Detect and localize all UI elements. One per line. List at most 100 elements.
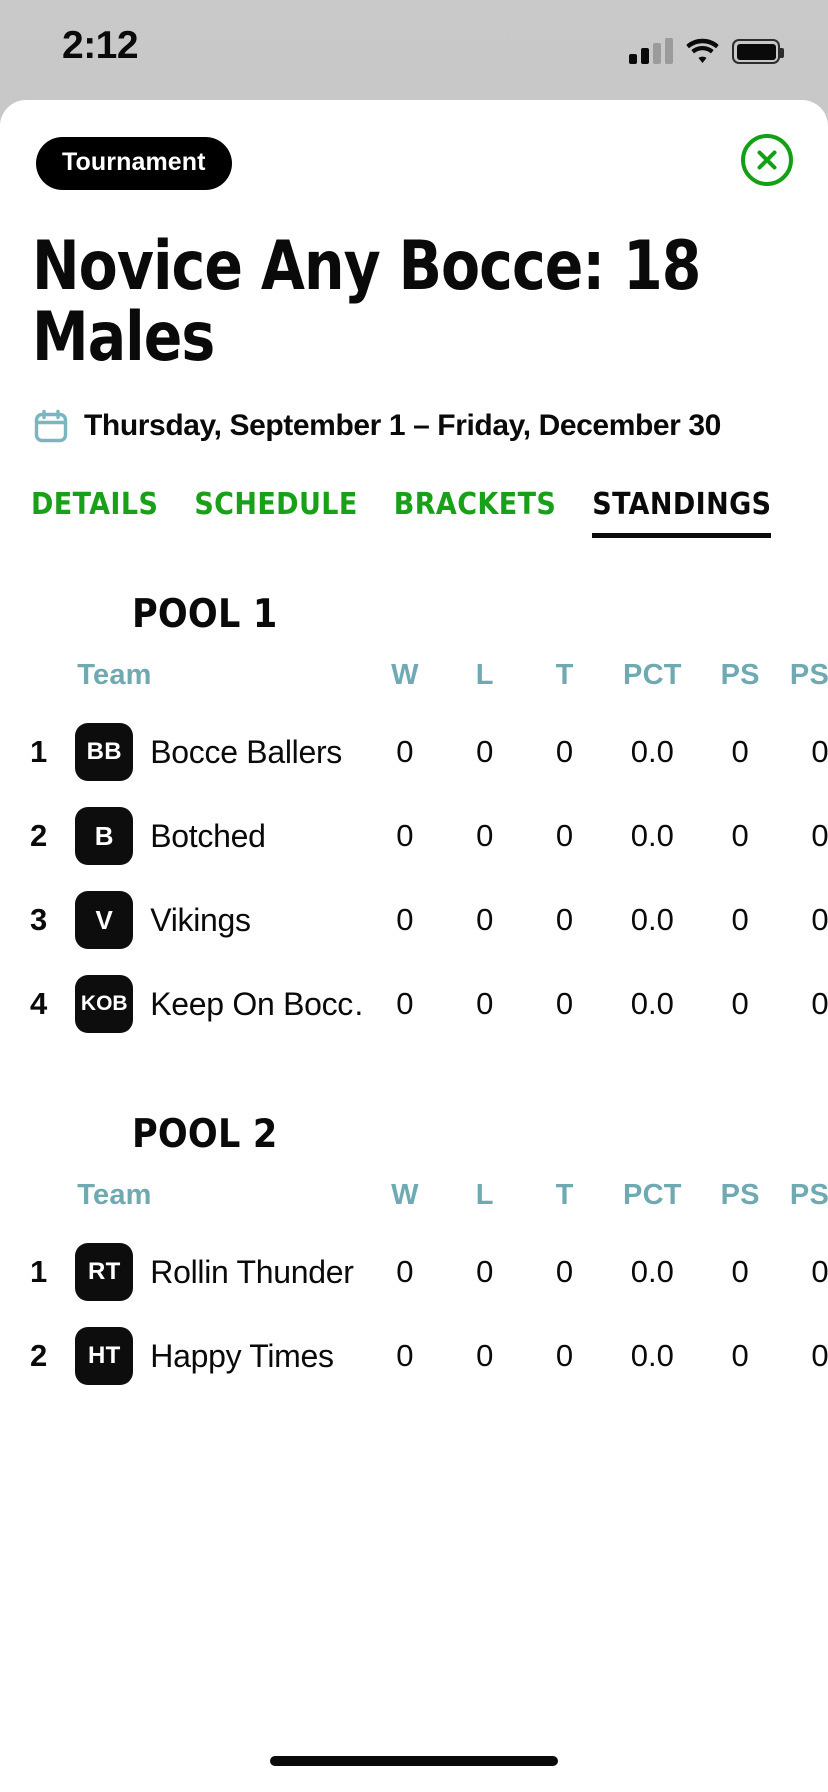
table-row[interactable]: 2 HT Happy Times 0 0 0 0.0 0 0 xyxy=(0,1314,828,1398)
column-header-rank xyxy=(0,1179,75,1230)
table-row[interactable]: 1 BB Bocce Ballers 0 0 0 0.0 0 0 xyxy=(0,710,828,794)
stat-psa: 0 xyxy=(811,1338,828,1374)
pool-title: POOL 1 xyxy=(132,592,278,638)
stat-psa: 0 xyxy=(811,818,828,854)
row-team: RT Rollin Thunder xyxy=(75,1230,365,1314)
stat-l: 0 xyxy=(476,734,494,770)
tab-brackets[interactable]: BRACKETS xyxy=(394,487,556,533)
stat-pct: 0.0 xyxy=(630,818,674,854)
tab-details[interactable]: DETAILS xyxy=(31,487,158,533)
stat-l: 0 xyxy=(476,902,494,938)
row-team: B Botched xyxy=(75,794,365,878)
stat-t: 0 xyxy=(555,818,574,854)
team-avatar: BB xyxy=(75,723,134,782)
wifi-icon xyxy=(686,38,719,64)
close-icon[interactable] xyxy=(741,134,793,186)
team-avatar: KOB xyxy=(75,975,134,1034)
table-row[interactable]: 1 RT Rollin Thunder 0 0 0 0.0 0 0 xyxy=(0,1230,828,1314)
column-header-w: W xyxy=(391,659,419,692)
tournament-detail-sheet: Tournament Novice Any Bocce: 18 Males Th… xyxy=(0,100,828,1792)
team-name: Keep On Bocc… xyxy=(150,985,365,1022)
stat-pct: 0.0 xyxy=(630,1254,674,1290)
stat-ps: 0 xyxy=(731,986,749,1022)
phone-screen: 2:12 Tournament Novice Any Bocce: 18 Mal… xyxy=(0,0,828,1792)
column-header-l: L xyxy=(475,659,494,692)
stat-ps: 0 xyxy=(731,818,749,854)
stat-t: 0 xyxy=(555,902,574,938)
team-avatar: HT xyxy=(75,1327,134,1386)
row-rank: 4 xyxy=(30,986,48,1022)
column-header-l: L xyxy=(475,1179,494,1212)
stat-w: 0 xyxy=(396,818,414,854)
row-rank: 2 xyxy=(30,818,48,854)
stat-pct: 0.0 xyxy=(630,734,674,770)
status-bar: 2:12 xyxy=(0,0,828,100)
tab-schedule[interactable]: SCHEDULE xyxy=(194,487,357,533)
row-team: HT Happy Times xyxy=(75,1314,365,1398)
stat-w: 0 xyxy=(396,1254,414,1290)
column-header-psa: PSA xyxy=(789,1179,828,1212)
team-name: Rollin Thunder xyxy=(150,1253,354,1290)
row-rank: 2 xyxy=(30,1338,48,1374)
table-row[interactable]: 4 KOB Keep On Bocc… 0 0 0 0.0 0 0 xyxy=(0,962,828,1046)
column-header-ps: PS xyxy=(720,659,760,692)
column-header-rank xyxy=(0,659,75,710)
table-header-row: Team W L T PCT PS PSA xyxy=(0,1179,828,1230)
calendar-icon xyxy=(34,409,68,443)
table-header-row: Team W L T PCT PS PSA xyxy=(0,659,828,710)
stat-l: 0 xyxy=(476,986,494,1022)
stat-l: 0 xyxy=(476,1338,494,1374)
pool-section: POOL 1 Team W L T PCT PS PS 1 BB Bocce B… xyxy=(0,592,828,1046)
sheet-header: Tournament xyxy=(0,100,828,210)
stat-l: 0 xyxy=(476,1254,494,1290)
team-avatar: RT xyxy=(75,1243,134,1302)
stat-w: 0 xyxy=(396,986,414,1022)
home-indicator xyxy=(270,1756,558,1766)
table-row[interactable]: 2 B Botched 0 0 0 0.0 0 0 xyxy=(0,794,828,878)
status-time: 2:12 xyxy=(62,24,139,67)
stat-w: 0 xyxy=(396,734,414,770)
team-name: Happy Times xyxy=(150,1337,334,1374)
column-header-pct: PCT xyxy=(623,1179,682,1212)
row-team: KOB Keep On Bocc… xyxy=(75,962,365,1046)
stat-t: 0 xyxy=(555,1338,574,1374)
team-avatar: V xyxy=(75,891,134,950)
stat-l: 0 xyxy=(476,818,494,854)
battery-full-icon xyxy=(732,39,784,64)
row-team: BB Bocce Ballers xyxy=(75,710,365,794)
stat-t: 0 xyxy=(555,986,574,1022)
stat-w: 0 xyxy=(396,902,414,938)
stat-psa: 0 xyxy=(811,1254,828,1290)
cellular-signal-icon xyxy=(629,38,673,64)
pool-title: POOL 2 xyxy=(132,1112,278,1158)
date-range-text: Thursday, September 1 – Friday, December… xyxy=(84,409,721,443)
team-name: Bocce Ballers xyxy=(150,733,343,770)
column-header-pct: PCT xyxy=(623,659,682,692)
stat-ps: 0 xyxy=(731,1338,749,1374)
stat-t: 0 xyxy=(555,734,574,770)
status-indicators xyxy=(629,30,784,64)
stat-psa: 0 xyxy=(811,986,828,1022)
stat-t: 0 xyxy=(555,1254,574,1290)
row-rank: 1 xyxy=(30,734,48,770)
column-header-w: W xyxy=(391,1179,419,1212)
team-avatar: B xyxy=(75,807,134,866)
stat-ps: 0 xyxy=(731,902,749,938)
page-title: Novice Any Bocce: 18 Males xyxy=(32,227,701,377)
stat-w: 0 xyxy=(396,1338,414,1374)
stat-psa: 0 xyxy=(811,734,828,770)
table-row[interactable]: 3 V Vikings 0 0 0 0.0 0 0 xyxy=(0,878,828,962)
tab-standings[interactable]: STANDINGS xyxy=(592,487,772,539)
row-team: V Vikings xyxy=(75,878,365,962)
standings-pools: POOL 1 Team W L T PCT PS PS 1 BB Bocce B… xyxy=(0,592,828,1398)
standings-table: Team W L T PCT PS PSA 1 xyxy=(0,1179,828,1398)
pool-section: POOL 2 Team W L T PCT PS PS 1 RT Rollin … xyxy=(0,1112,828,1398)
stat-pct: 0.0 xyxy=(630,986,674,1022)
stat-ps: 0 xyxy=(731,1254,749,1290)
date-range-row: Thursday, September 1 – Friday, December… xyxy=(34,409,828,443)
column-header-t: T xyxy=(555,1179,574,1212)
column-header-ps: PS xyxy=(720,1179,760,1212)
row-rank: 1 xyxy=(30,1254,48,1290)
team-name: Vikings xyxy=(150,901,251,938)
column-header-t: T xyxy=(555,659,574,692)
